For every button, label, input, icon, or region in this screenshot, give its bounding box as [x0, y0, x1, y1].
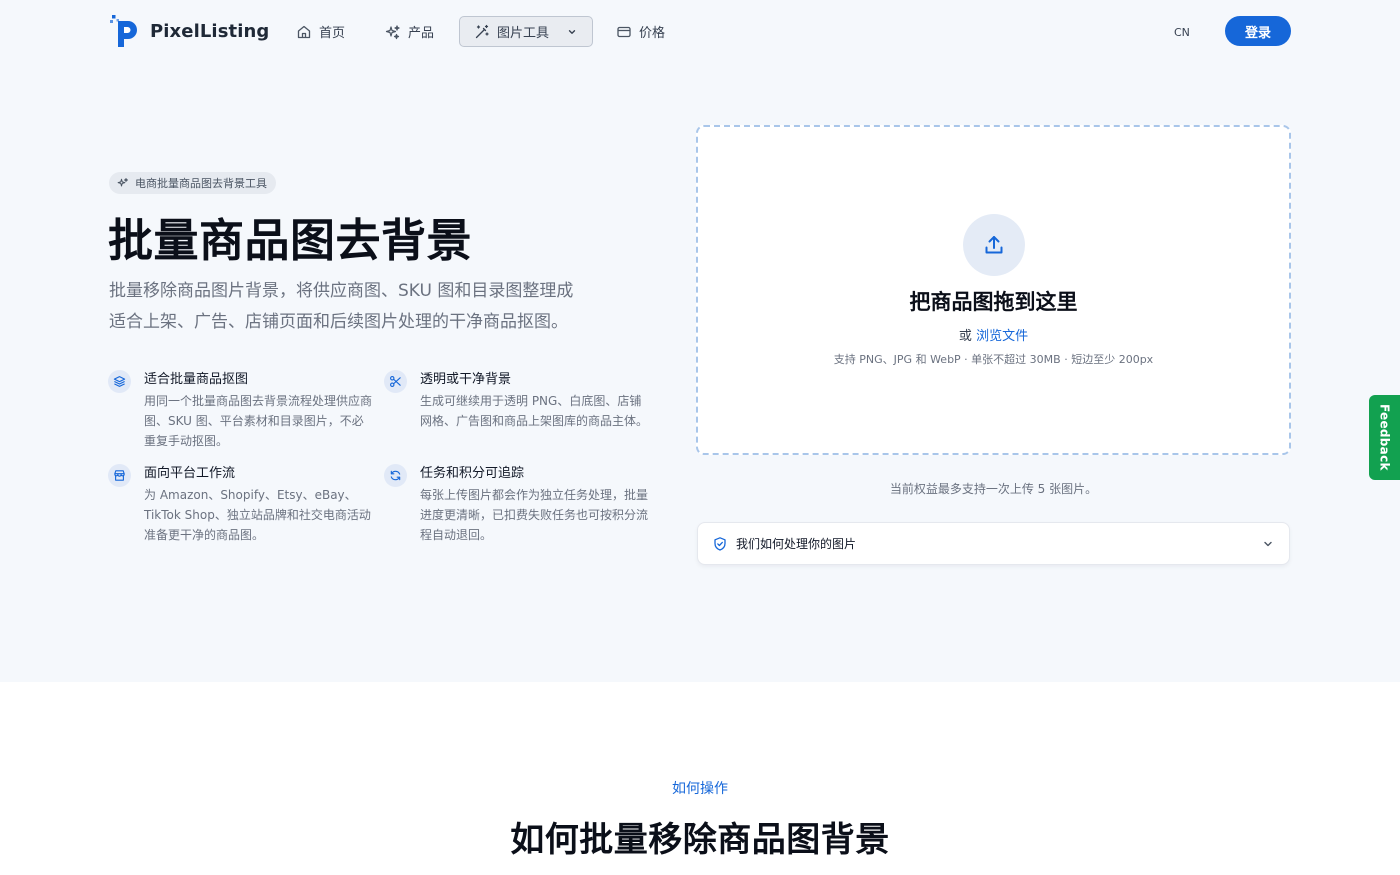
chevron-down-icon	[1264, 541, 1272, 546]
feature-description: 每张上传图片都会作为独立任务处理，批量进度更清晰，已扣费失败任务也可按积分流程自…	[420, 488, 649, 542]
dropzone-hint: 支持 PNG、JPG 和 WebP · 单张不超过 30MB · 短边至少 20…	[833, 353, 1154, 366]
brand-name: PixelListing	[150, 20, 270, 42]
privacy-accordion[interactable]: 我们如何处理你的图片	[697, 522, 1290, 565]
feature-title: 任务和积分可追踪	[420, 466, 525, 481]
nav-item-image-tools-dropdown[interactable]: 图片工具	[459, 16, 594, 47]
credit-card-icon	[617, 26, 631, 37]
hero-description: 批量移除商品图片背景，将供应商图、SKU 图和目录图整理成 适合上架、广告、店铺…	[109, 276, 609, 338]
layers-icon	[113, 376, 126, 387]
howto-section-title: 如何批量移除商品图背景	[510, 820, 890, 860]
chevron-down-icon	[568, 29, 576, 34]
howto-section-label: 如何操作	[672, 781, 728, 797]
feature-icon-wrap	[384, 464, 407, 487]
nav-item-label: 产品	[408, 26, 435, 41]
top-navbar: PixelListing 首页 产品 图片工具 价格 CN 登录	[0, 0, 1400, 62]
upload-icon-wrap	[963, 214, 1025, 276]
hero-description-line: 适合上架、广告、店铺页面和后续图片处理的干净商品抠图。	[109, 312, 568, 332]
dropzone-title: 把商品图拖到这里	[909, 290, 1078, 314]
feature-description: 用同一个批量商品图去背景流程处理供应商图、SKU 图、平台素材和目录图片，不必重…	[144, 394, 373, 448]
feature-title: 透明或干净背景	[420, 372, 512, 387]
feature-title: 面向平台工作流	[144, 466, 236, 481]
nav-item-label: 图片工具	[497, 26, 550, 41]
feature-icon-wrap	[108, 464, 131, 487]
hero-description-line: 批量移除商品图片背景，将供应商图、SKU 图和目录图整理成	[109, 281, 574, 301]
feature-description: 为 Amazon、Shopify、Etsy、eBay、TikTok Shop、独…	[144, 488, 371, 542]
brand-logo[interactable]: PixelListing	[110, 15, 269, 47]
feature-icon-wrap	[108, 370, 131, 393]
nav-item-home[interactable]: 首页	[287, 16, 354, 47]
nav-item-label: 首页	[319, 26, 346, 41]
shield-check-icon	[714, 536, 726, 551]
nav-item-pricing[interactable]: 价格	[607, 16, 674, 47]
upload-quota-note: 当前权益最多支持一次上传 5 张图片。	[889, 482, 1098, 496]
feature-title: 适合批量商品抠图	[144, 372, 249, 387]
hero-title: 批量商品图去背景	[108, 214, 473, 267]
main-nav: 首页 产品 图片工具 价格	[287, 16, 674, 47]
browse-files-link[interactable]: 浏览文件	[976, 329, 1028, 344]
dropzone-or-text: 或	[958, 329, 972, 344]
nav-item-products[interactable]: 产品	[376, 16, 443, 47]
hero-badge-label: 电商批量商品图去背景工具	[135, 177, 267, 190]
privacy-accordion-label: 我们如何处理你的图片	[736, 537, 857, 551]
feedback-tab[interactable]: Feedback	[1369, 395, 1400, 480]
magic-wand-icon	[475, 24, 489, 38]
upload-icon	[985, 236, 1003, 254]
feature-icon-wrap	[384, 370, 407, 393]
hero-badge: 电商批量商品图去背景工具	[109, 172, 276, 194]
feedback-label: Feedback	[1377, 404, 1392, 471]
dropzone-or-line: 或 浏览文件	[698, 325, 1289, 344]
feature-description: 生成可继续用于透明 PNG、白底图、店铺网格、广告图和商品上架图库的商品主体。	[420, 394, 649, 428]
refresh-icon	[390, 470, 401, 481]
nav-item-label: 价格	[639, 26, 666, 41]
sparkles-icon	[385, 24, 400, 39]
scissors-icon	[390, 376, 401, 387]
home-icon	[297, 25, 311, 38]
language-switcher[interactable]: CN	[1174, 26, 1190, 39]
login-button[interactable]: 登录	[1225, 16, 1291, 46]
pixellisting-logo-icon	[110, 15, 140, 47]
upload-dropzone[interactable]: 把商品图拖到这里 或 浏览文件 支持 PNG、JPG 和 WebP · 单张不超…	[696, 125, 1291, 455]
store-icon	[114, 470, 125, 481]
sparkles-icon	[117, 178, 128, 187]
